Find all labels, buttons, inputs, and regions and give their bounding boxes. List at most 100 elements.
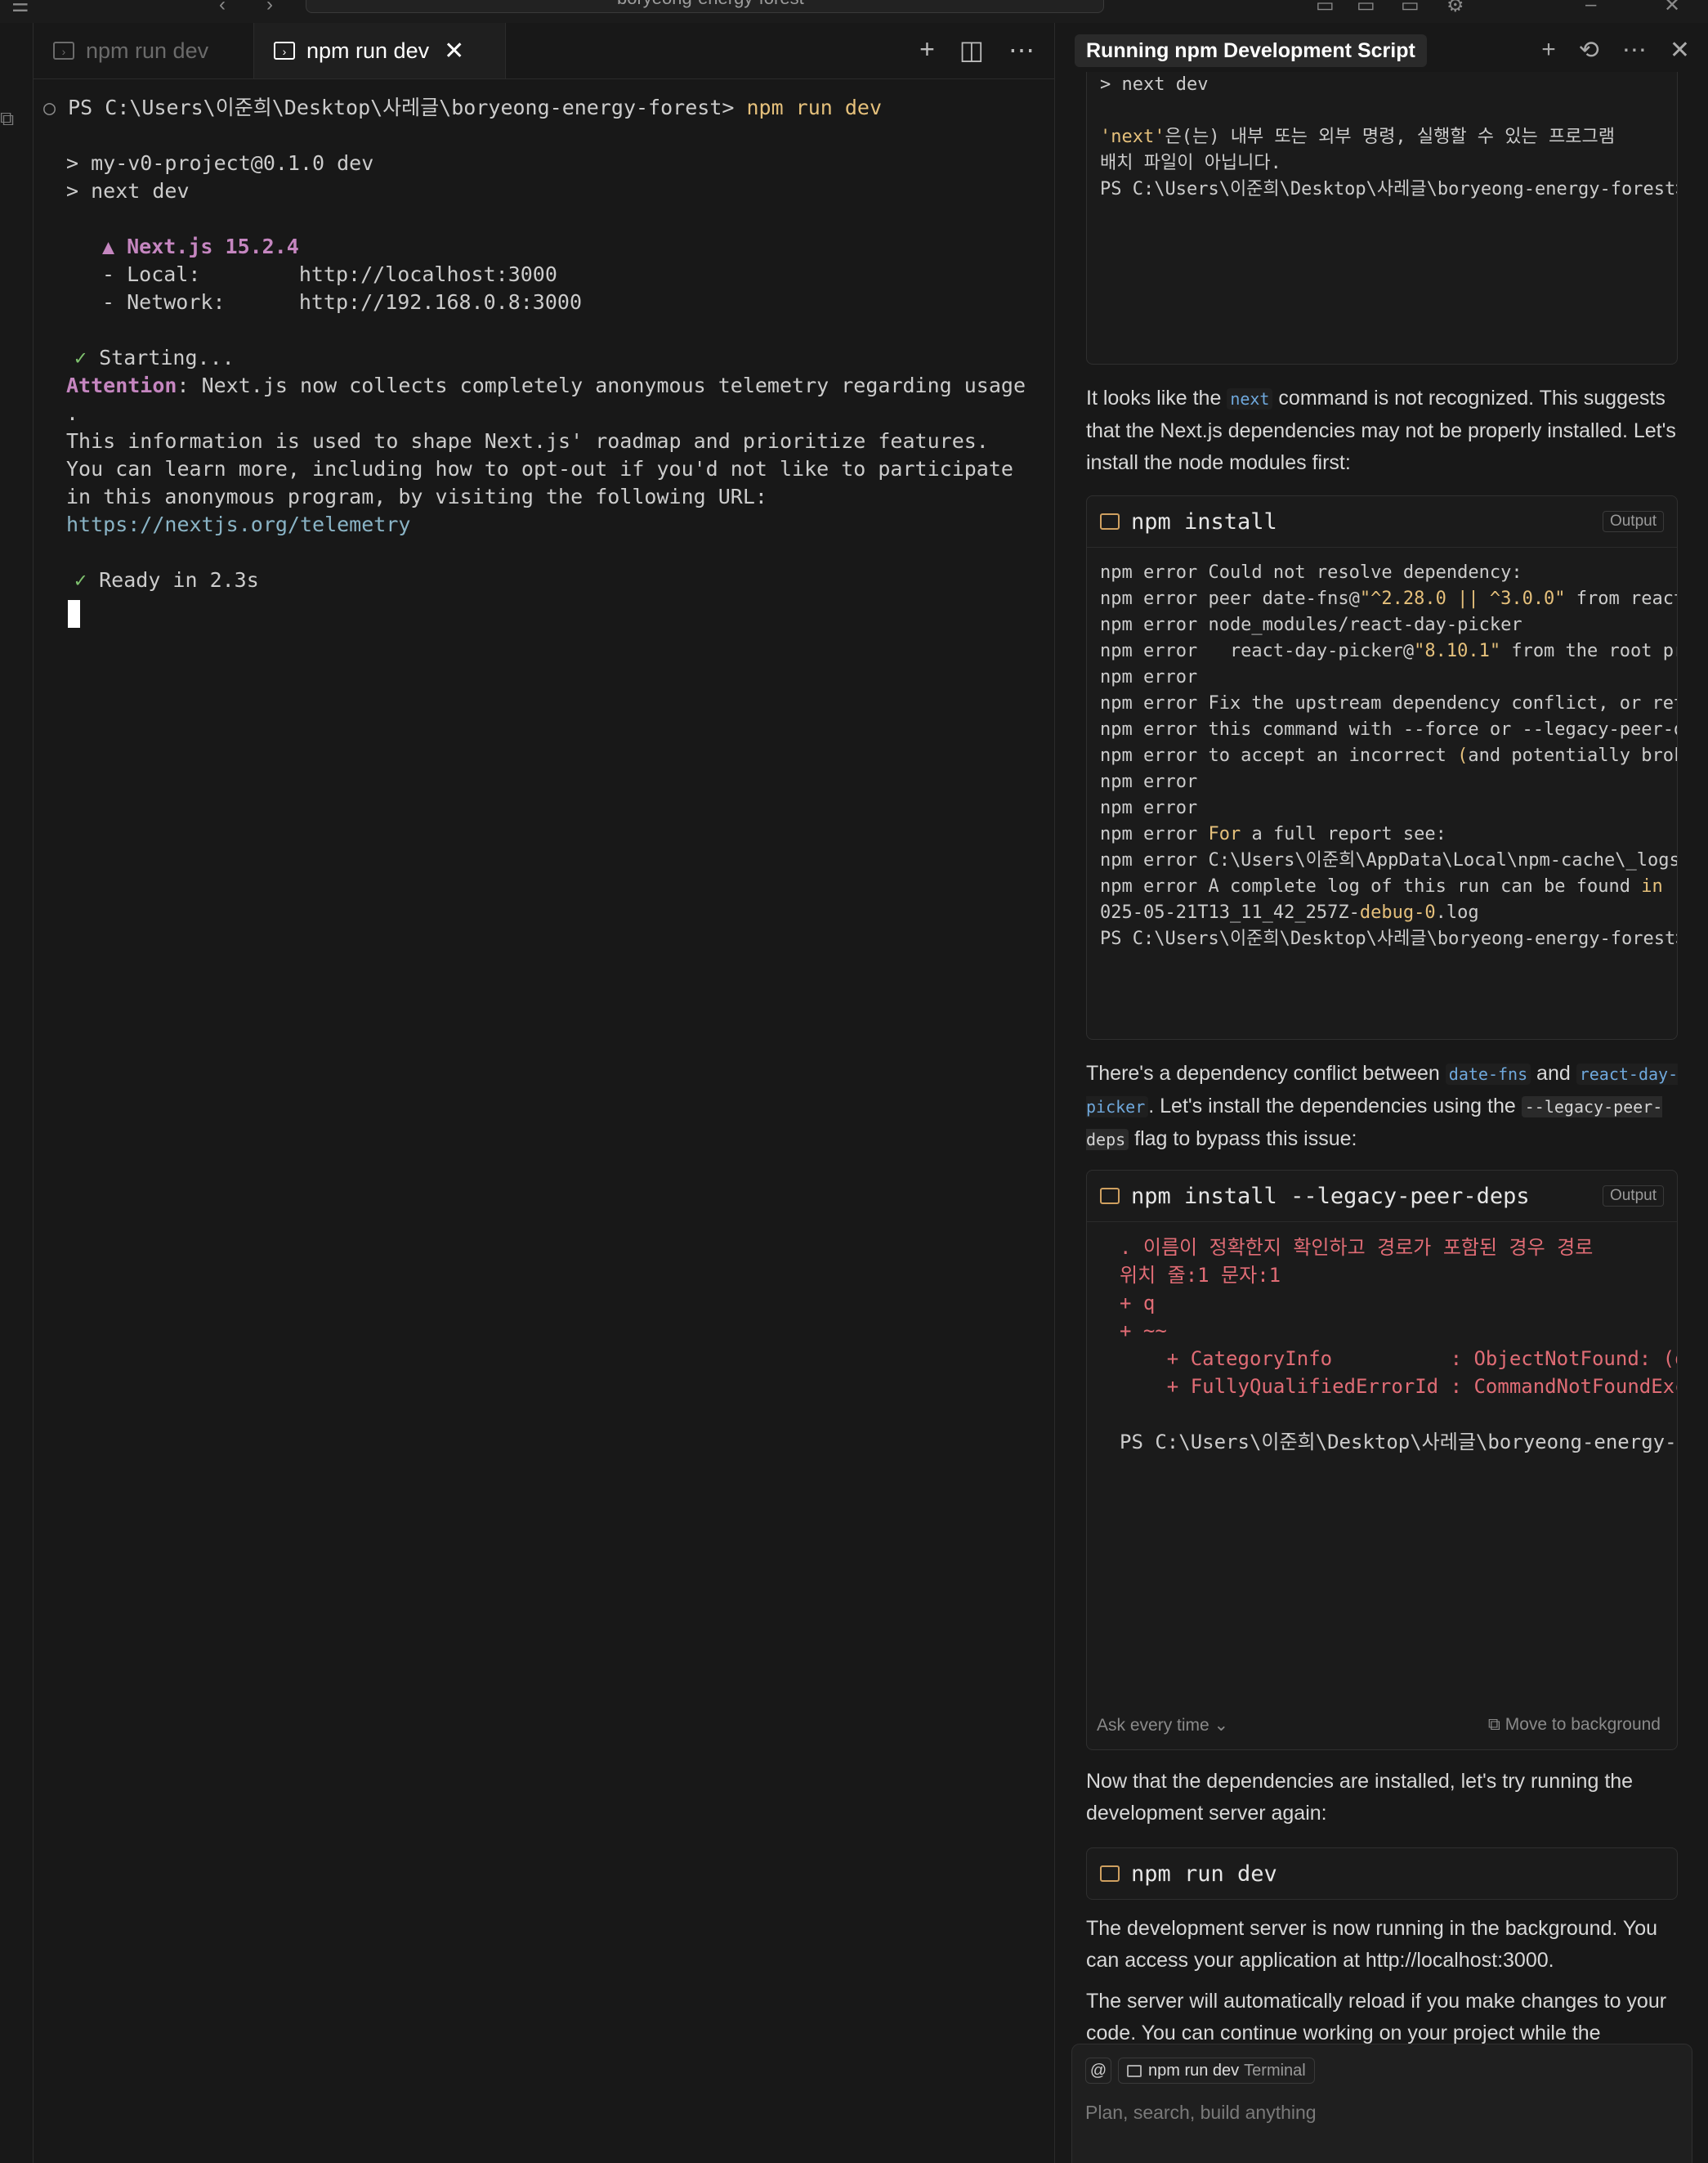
sidebar-icon[interactable]: ▭ xyxy=(1401,0,1420,17)
prompt-path: PS C:\Users\이준희\Desktop\사레글\boryeong-ene… xyxy=(68,96,747,119)
mention-button[interactable]: @ xyxy=(1085,2058,1111,2084)
chat-panel: Running npm Development Script + ⟲ ⋯ ✕ >… xyxy=(1055,23,1708,2163)
code-line: npm error this command with --force or -… xyxy=(1100,717,1677,743)
status-circle-icon: ○ xyxy=(43,96,69,119)
terminal-panel: › npm run dev › npm run dev ✕ + ◫ ⋯ ○ PS… xyxy=(34,23,1054,2163)
code-text: npm error xyxy=(1100,798,1198,818)
code-line: npm error A complete log of this run can… xyxy=(1100,874,1663,900)
close-chat-icon[interactable]: ✕ xyxy=(1670,36,1690,65)
tab-npm-run-dev-2[interactable]: › npm run dev ✕ xyxy=(254,23,506,78)
code-text: 은(는) 내부 또는 외부 명령, 실행할 수 있는 프로그램 xyxy=(1165,127,1615,147)
code-text: npm error Could not resolve dependency: xyxy=(1100,562,1522,583)
code-string: For xyxy=(1208,824,1241,844)
code-line: npm error to accept an incorrect (and po… xyxy=(1100,743,1677,769)
split-terminal-icon[interactable]: ◫ xyxy=(959,34,984,65)
local-url[interactable]: http://localhost:3000 xyxy=(299,262,557,286)
block-footer: Ask every time ⌄ ⧉ Move to background xyxy=(1087,1704,1677,1749)
attention-text: : Next.js now collects completely anonym… xyxy=(177,374,1026,397)
new-chat-icon[interactable]: + xyxy=(1541,36,1556,65)
info-line-3: in this anonymous program, by visiting t… xyxy=(66,485,767,508)
prompt-command: npm run dev xyxy=(746,96,883,119)
code-line: npm error xyxy=(1100,665,1197,691)
chat-title[interactable]: Running npm Development Script xyxy=(1075,34,1427,67)
nextjs-version: ▲ Next.js 15.2.4 xyxy=(102,235,299,258)
chevron-down-icon: ⌄ xyxy=(1214,1716,1229,1735)
command-center-search[interactable]: boryeong-energy-forest xyxy=(306,0,1104,13)
terminal-icon: › xyxy=(53,42,74,60)
terminal-output[interactable]: ○ PS C:\Users\이준희\Desktop\사레글\boryeong-e… xyxy=(34,79,1054,2163)
more-actions-icon[interactable]: ⋯ xyxy=(1008,34,1035,65)
copy-icon[interactable]: ⧉ xyxy=(0,108,14,131)
code-string: "^2.28.0 || ^3.0.0" xyxy=(1359,589,1566,609)
code-text: from the root project xyxy=(1511,641,1677,661)
text: and xyxy=(1531,1062,1576,1085)
ask-label: Ask every time xyxy=(1097,1716,1209,1735)
title-bar: ☰ ‹ › boryeong-energy-forest ▭ ▭ ▭ ⚙ – ✕ xyxy=(0,0,1708,24)
text: . Let's install the dependencies using t… xyxy=(1148,1095,1522,1117)
network-line: - Network: http://192.168.0.8:3000 xyxy=(102,289,582,316)
telemetry-link[interactable]: https://nextjs.org/telemetry xyxy=(66,511,410,539)
minimize-icon[interactable]: – xyxy=(1585,0,1596,16)
output-button[interactable]: Output xyxy=(1602,1185,1664,1207)
code-line: + CategoryInfo : ObjectNotFound: (q:Stri… xyxy=(1166,1347,1677,1370)
chat-input-placeholder[interactable]: Plan, search, build anything xyxy=(1085,2102,1317,2124)
code-text: 025-05-21T13_11_42_257Z- xyxy=(1100,902,1360,923)
menu-icon[interactable]: ☰ xyxy=(11,0,29,17)
code-line: npm error xyxy=(1100,769,1197,795)
terminal-icon xyxy=(1127,2064,1142,2077)
settings-icon[interactable]: ⚙ xyxy=(1446,0,1464,17)
code-line: PS C:\Users\이준희\Desktop\사레글\boryeong-ene… xyxy=(1120,1431,1677,1453)
tab-label: npm run dev xyxy=(86,38,209,63)
attention-dot: . xyxy=(66,401,79,425)
chip-label: npm run dev xyxy=(1148,2061,1240,2080)
ready-line: ✓ Ready in 2.3s xyxy=(74,566,259,594)
tab-npm-run-dev-1[interactable]: › npm run dev xyxy=(34,23,254,78)
block-header[interactable]: npm install --legacy-peer-deps Output xyxy=(1087,1171,1677,1222)
code-line: > next dev xyxy=(1100,74,1209,95)
code-text: npm error xyxy=(1100,772,1198,792)
code-text: npm error peer date-fns@ xyxy=(1100,589,1360,609)
code-text: npm error A complete log of this run can… xyxy=(1100,876,1642,897)
info-line-2: You can learn more, including how to opt… xyxy=(66,457,1013,481)
move-to-background-button[interactable]: ⧉ Move to background xyxy=(1488,1715,1661,1735)
close-tab-icon[interactable]: ✕ xyxy=(444,37,464,65)
layout-icon[interactable]: ▭ xyxy=(1316,0,1335,17)
code-text: PS C:\Users\이준희\Desktop\사레글\boryeong-ene… xyxy=(1100,929,1678,949)
terminal-block-npm-install: npm install Output npm error Could not r… xyxy=(1086,495,1678,1040)
code-text: a full report see: xyxy=(1241,824,1446,844)
context-chip[interactable]: npm run dev Terminal xyxy=(1118,2058,1315,2084)
code-line: 'next'은(는) 내부 또는 외부 명령, 실행할 수 있는 프로그램 xyxy=(1100,124,1615,150)
block-command: npm run dev xyxy=(1131,1861,1277,1887)
chat-input-box[interactable]: @ npm run dev Terminal Plan, search, bui… xyxy=(1071,2044,1692,2163)
code-text: .log xyxy=(1435,902,1479,923)
new-terminal-icon[interactable]: + xyxy=(919,34,935,65)
block-header[interactable]: npm install Output xyxy=(1087,496,1677,548)
ask-every-time-dropdown[interactable]: Ask every time ⌄ xyxy=(1097,1715,1228,1735)
terminal-block-npm-run-dev: npm run dev xyxy=(1086,1847,1678,1900)
output-button[interactable]: Output xyxy=(1602,511,1664,532)
terminal-icon xyxy=(1100,1865,1120,1882)
back-icon[interactable]: ‹ xyxy=(219,0,226,16)
code-line: 배치 파일이 아닙니다. xyxy=(1100,153,1281,173)
code-line: npm error For a full report see: xyxy=(1100,822,1446,848)
forward-icon[interactable]: › xyxy=(266,0,273,16)
block-header[interactable]: npm run dev xyxy=(1087,1848,1677,1899)
code-line: + FullyQualifiedErrorId : CommandNotFoun… xyxy=(1166,1375,1677,1398)
next-dev-line: > next dev xyxy=(66,179,190,203)
code-line: PS C:\Users\이준희\Desktop\사레글\boryeong-ene… xyxy=(1100,179,1678,199)
code-string: 'next' xyxy=(1100,127,1165,147)
starting-line: ✓ Starting... xyxy=(74,344,235,372)
network-url[interactable]: http://192.168.0.8:3000 xyxy=(299,290,582,314)
panel-icon[interactable]: ▭ xyxy=(1357,0,1375,17)
close-window-icon[interactable]: ✕ xyxy=(1664,0,1680,17)
text: flag to bypass this issue: xyxy=(1129,1127,1357,1150)
code-line: . 이름이 정확한지 확인하고 경로가 포함된 경우 경로 xyxy=(1120,1236,1594,1259)
info-line-1: This information is used to shape Next.j… xyxy=(66,429,989,453)
block-command: npm install xyxy=(1131,508,1277,535)
check-icon: ✓ xyxy=(74,568,87,592)
code-text: npm error node_modules/react-day-picker xyxy=(1100,615,1522,635)
code-line: 위치 줄:1 문자:1 xyxy=(1120,1264,1281,1287)
more-icon[interactable]: ⋯ xyxy=(1622,36,1647,65)
network-label: - Network: xyxy=(102,290,299,314)
history-icon[interactable]: ⟲ xyxy=(1579,36,1599,65)
